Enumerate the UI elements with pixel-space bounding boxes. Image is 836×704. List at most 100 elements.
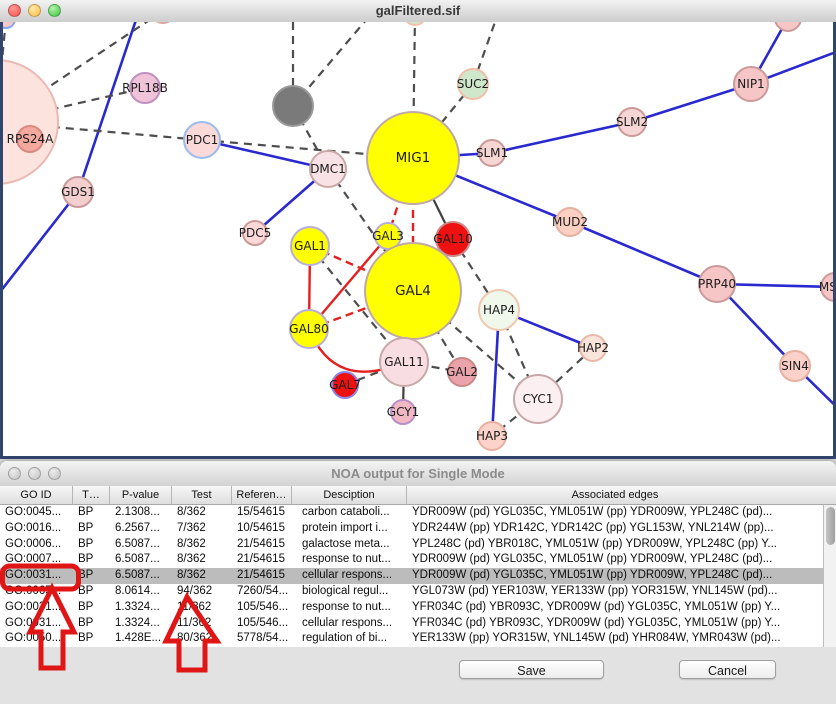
cell-description: galactose meta... [292, 537, 407, 553]
node-toppink163[interactable] [151, 22, 175, 23]
edge-slm2-nip1 [632, 84, 751, 122]
cancel-button[interactable]: Cancel [679, 660, 776, 679]
noa-window-title: NOA output for Single Mode [0, 461, 836, 486]
table-row[interactable]: GO:0007...BP6.5087...8/36221/54615respon… [0, 552, 823, 568]
cell-go_id: GO:0031... [0, 600, 73, 616]
cell-reference: 10/54615 [232, 521, 292, 537]
cell-description: cellular respons... [292, 568, 407, 584]
cell-type: BP [73, 521, 110, 537]
table-row[interactable]: GO:0031...BP6.5087...8/36221/54615cellul… [0, 568, 823, 584]
cell-description: response to nut... [292, 552, 407, 568]
node-label-GAL80: GAL80 [289, 322, 328, 336]
cell-test: 11/362 [172, 616, 232, 632]
node-label-CYC1: CYC1 [523, 392, 554, 406]
column-header-p_value[interactable]: P-value [110, 486, 172, 504]
node-topgreen[interactable] [404, 22, 426, 25]
node-label-SLM1: SLM1 [476, 146, 508, 160]
node-label-HAP3: HAP3 [476, 429, 508, 443]
network-graph: RPL18BRPS24AGDS1PDC1PDC5DMC1MIG1SUC2SLM1… [3, 22, 833, 456]
cell-go_id: GO:0031... [0, 616, 73, 632]
cell-go_id: GO:0016... [0, 521, 73, 537]
cell-p_value: 2.1308... [110, 505, 172, 521]
cell-reference: 21/54615 [232, 537, 292, 553]
table-body: GO:0045...BP2.1308...8/36215/54615carbon… [0, 505, 823, 647]
cell-type: BP [73, 616, 110, 632]
save-button[interactable]: Save [459, 660, 604, 679]
cell-reference: 7260/54... [232, 584, 292, 600]
node-label-MUD2: MUD2 [552, 215, 588, 229]
node-label-PDC1: PDC1 [186, 133, 219, 147]
cell-description: cellular respons... [292, 616, 407, 632]
column-header-description[interactable]: Desciption [292, 486, 407, 504]
network-canvas[interactable]: RPL18BRPS24AGDS1PDC1PDC5DMC1MIG1SUC2SLM1… [0, 22, 836, 459]
node-label-GAL10: GAL10 [433, 232, 472, 246]
node-label-PRP40: PRP40 [698, 277, 736, 291]
column-header-test[interactable]: Test [172, 486, 232, 504]
node-darkgray[interactable] [273, 86, 313, 126]
cell-test: 7/362 [172, 521, 232, 537]
cell-type: BP [73, 537, 110, 553]
cell-test: 94/362 [172, 584, 232, 600]
table-row[interactable]: GO:0065...BP8.0614...94/3627260/54...bio… [0, 584, 823, 600]
node-label-MSL1: MSL1 [819, 280, 833, 294]
cell-test: 11/362 [172, 600, 232, 616]
edge-mud2-prp40 [570, 222, 717, 284]
column-header-edges[interactable]: Associated edges [407, 486, 823, 504]
cell-reference: 21/54615 [232, 568, 292, 584]
table-header: GO IDT…P-valueTestReferen…DesciptionAsso… [0, 486, 836, 505]
cell-test: 8/362 [172, 552, 232, 568]
cell-type: BP [73, 505, 110, 521]
cell-edges: YDR009W (pd) YGL035C, YML051W (pp) YDR00… [407, 552, 823, 568]
table-row[interactable]: GO:0006...BP6.5087...8/36221/54615galact… [0, 537, 823, 553]
node-toppink788[interactable] [775, 22, 801, 31]
cell-edges: YFR034C (pd) YBR093C, YDR009W (pd) YGL03… [407, 600, 823, 616]
node-label-SUC2: SUC2 [457, 77, 489, 91]
node-label-GCY1: GCY1 [387, 405, 419, 419]
node-bigpink[interactable] [3, 60, 58, 184]
node-label-PDC5: PDC5 [239, 226, 272, 240]
cell-p_value: 1.428E... [110, 631, 172, 647]
cell-test: 80/362 [172, 631, 232, 647]
table-row[interactable]: GO:0031...BP1.3324...11/362105/546...cel… [0, 616, 823, 632]
cell-go_id: GO:0006... [0, 537, 73, 553]
cell-type: BP [73, 584, 110, 600]
cell-edges: YFR034C (pd) YBR093C, YDR009W (pd) YGL03… [407, 616, 823, 632]
column-header-type[interactable]: T… [73, 486, 110, 504]
table-scrollbar[interactable] [823, 505, 836, 647]
cell-reference: 105/546... [232, 600, 292, 616]
scrollbar-thumb[interactable] [826, 507, 835, 545]
cell-edges: YDR009W (pd) YGL035C, YML051W (pp) YDR00… [407, 568, 823, 584]
cell-description: regulation of bi... [292, 631, 407, 647]
table-row[interactable]: GO:0045...BP2.1308...8/36215/54615carbon… [0, 505, 823, 521]
cell-go_id: GO:0045... [0, 505, 73, 521]
node-corner[interactable] [3, 22, 15, 28]
cell-p_value: 6.5087... [110, 537, 172, 553]
node-label-DMC1: DMC1 [310, 162, 346, 176]
cell-p_value: 6.5087... [110, 568, 172, 584]
cell-reference: 21/54615 [232, 552, 292, 568]
column-header-reference[interactable]: Referen… [232, 486, 292, 504]
cell-reference: 15/54615 [232, 505, 292, 521]
cell-type: BP [73, 600, 110, 616]
node-label-GAL3: GAL3 [372, 229, 404, 243]
column-header-go_id[interactable]: GO ID [0, 486, 73, 504]
cell-test: 8/362 [172, 537, 232, 553]
table-row[interactable]: GO:0031...BP1.3324...11/362105/546...res… [0, 600, 823, 616]
cell-edges: YPL248C (pd) YBR018C, YML051W (pp) YDR00… [407, 537, 823, 553]
edge-p1-gds1 [78, 22, 140, 192]
cell-p_value: 6.5087... [110, 552, 172, 568]
cell-p_value: 1.3324... [110, 600, 172, 616]
table-row[interactable]: GO:0016...BP6.2567...7/36210/54615protei… [0, 521, 823, 537]
cell-description: biological regul... [292, 584, 407, 600]
node-label-HAP2: HAP2 [577, 341, 609, 355]
cell-edges: YER133W (pp) YOR315W, YNL145W (pd) YHR08… [407, 631, 823, 647]
cell-description: carbon cataboli... [292, 505, 407, 521]
cell-go_id: GO:0065... [0, 584, 73, 600]
node-label-RPS24A: RPS24A [7, 132, 54, 146]
cell-type: BP [73, 552, 110, 568]
cell-edges: YDR244W (pp) YDR142C, YDR142C (pp) YGL15… [407, 521, 823, 537]
cell-test: 8/362 [172, 505, 232, 521]
cell-edges: YGL073W (pd) YER103W, YER133W (pp) YOR31… [407, 584, 823, 600]
table-row[interactable]: GO:0050...BP1.428E...80/3625778/54...reg… [0, 631, 823, 647]
node-label-GDS1: GDS1 [61, 185, 95, 199]
